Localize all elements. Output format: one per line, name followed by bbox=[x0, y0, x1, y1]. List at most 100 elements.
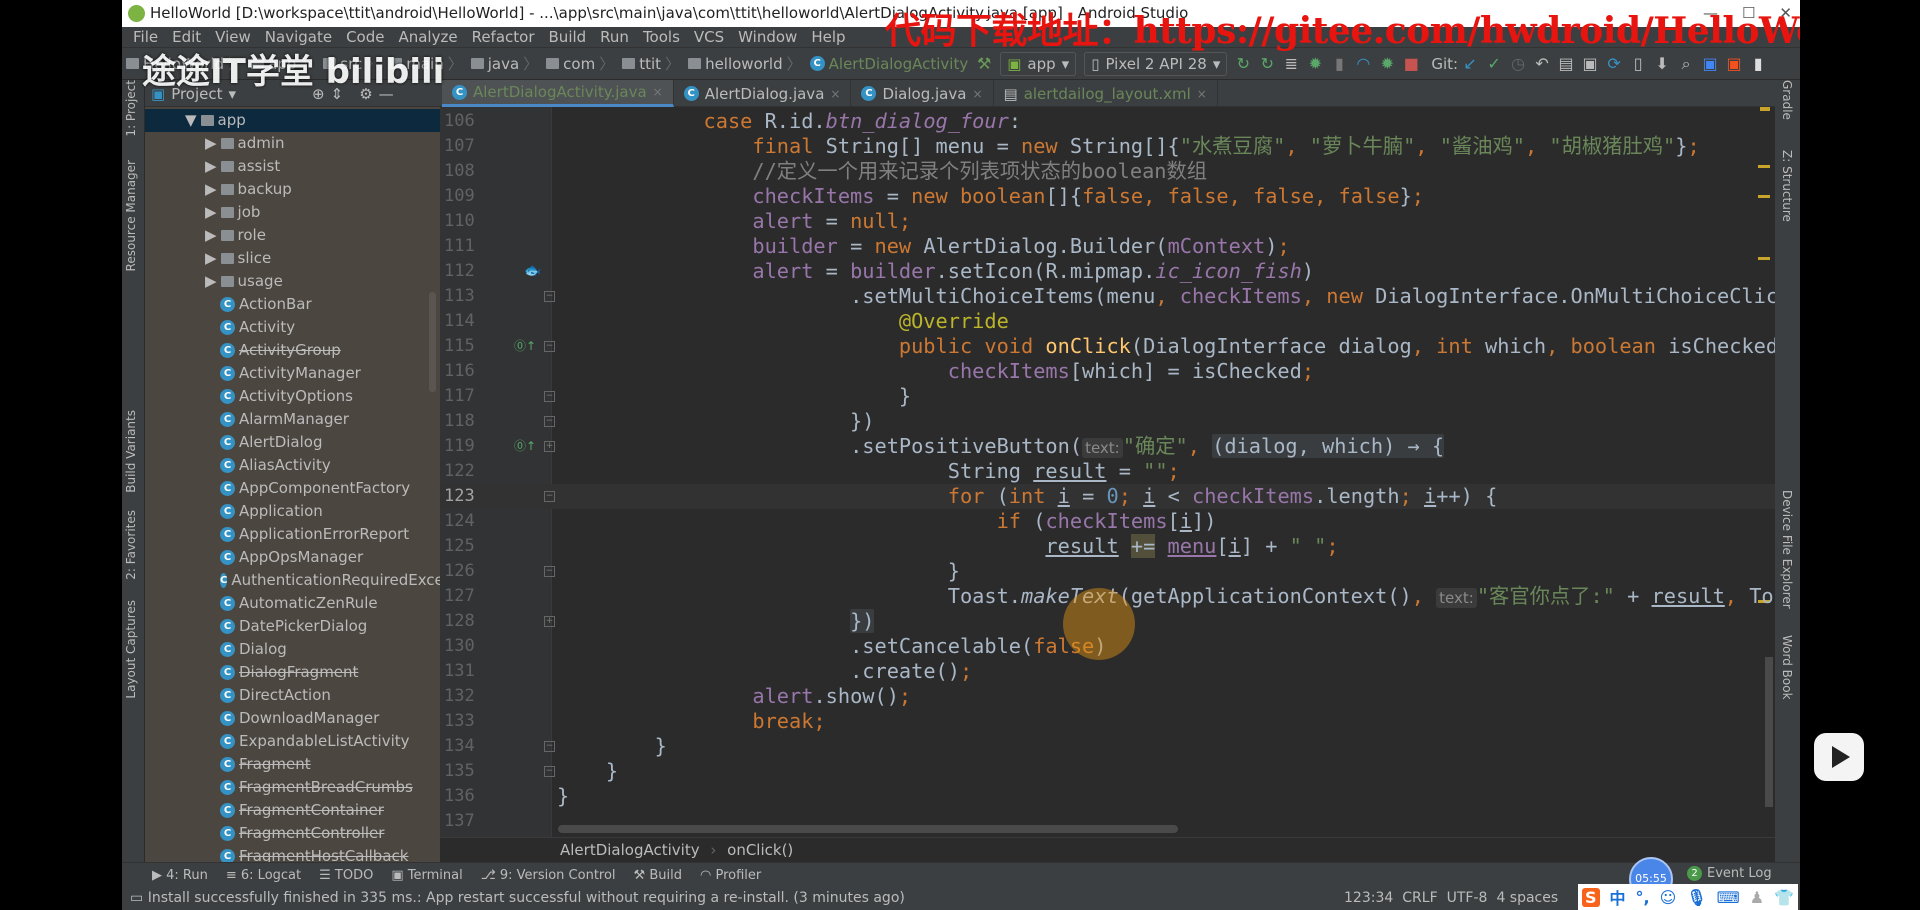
code-text[interactable]: builder = new AlertDialog.Builder(mConte… bbox=[557, 234, 1289, 259]
fold-marker-icon[interactable]: − bbox=[544, 491, 555, 502]
status-message[interactable]: Install successfully finished in 335 ms.… bbox=[148, 890, 905, 906]
breadcrumb-method[interactable]: onClick() bbox=[727, 841, 793, 859]
code-text[interactable]: .create(); bbox=[557, 659, 972, 684]
git-history-icon[interactable]: ◷ bbox=[1506, 54, 1530, 73]
tool-window-todo[interactable]: ☰ TODO bbox=[319, 868, 373, 883]
ime-punctuation[interactable]: °, bbox=[1636, 888, 1650, 907]
fold-marker-icon[interactable]: − bbox=[544, 291, 555, 302]
code-text[interactable]: } bbox=[557, 734, 667, 759]
tool-window-9-version-control[interactable]: ⎇ 9: Version Control bbox=[481, 868, 616, 883]
tree-class-item[interactable]: C AlertDialog bbox=[145, 431, 440, 454]
code-text[interactable]: .setMultiChoiceItems(menu, checkItems, n… bbox=[557, 284, 1775, 309]
tree-folder-item[interactable]: ▶ job bbox=[145, 201, 440, 224]
tree-folder-item[interactable]: ▶ slice bbox=[145, 247, 440, 270]
git-commit-icon[interactable]: ✓ bbox=[1482, 54, 1506, 73]
collapsed-arrow-icon[interactable]: ▶ bbox=[205, 132, 217, 155]
override-icon[interactable]: ⓪↑ bbox=[514, 334, 536, 359]
emoji-icon[interactable]: ☺ bbox=[1660, 888, 1677, 907]
tool-window-build[interactable]: ⚒ Build bbox=[634, 868, 682, 883]
tree-class-item[interactable]: C ExpandableListActivity bbox=[145, 730, 440, 753]
tree-class-item[interactable]: C AlarmManager bbox=[145, 408, 440, 431]
avd-manager-icon[interactable]: ▯ bbox=[1626, 54, 1650, 73]
code-text[interactable]: checkItems = new boolean[]{false, false,… bbox=[557, 184, 1424, 209]
keyboard-icon[interactable]: ⌨ bbox=[1717, 888, 1740, 907]
tree-class-item[interactable]: C FragmentController bbox=[145, 822, 440, 845]
tree-class-item[interactable]: C DownloadManager bbox=[145, 707, 440, 730]
menu-item-window[interactable]: Window bbox=[731, 27, 804, 47]
sogou-logo[interactable]: S bbox=[1582, 887, 1600, 907]
collapsed-arrow-icon[interactable]: ▶ bbox=[205, 155, 217, 178]
code-text[interactable]: } bbox=[557, 559, 960, 584]
tree-folder-item[interactable]: ▼ app bbox=[145, 109, 440, 132]
fold-marker-icon[interactable]: − bbox=[544, 391, 555, 402]
indent-setting[interactable]: 4 spaces bbox=[1496, 887, 1558, 910]
tree-folder-item[interactable]: ▶ admin bbox=[145, 132, 440, 155]
tree-folder-item[interactable]: ▶ assist bbox=[145, 155, 440, 178]
tree-class-item[interactable]: C ApplicationErrorReport bbox=[145, 523, 440, 546]
code-text[interactable]: //定义一个用来记录个列表项状态的boolean数组 bbox=[557, 159, 1207, 184]
tree-class-item[interactable]: C ActionBar bbox=[145, 293, 440, 316]
device-select[interactable]: ▯ Pixel 2 API 28 ▾ bbox=[1084, 51, 1228, 76]
code-text[interactable]: result += menu[i] + " "; bbox=[557, 534, 1339, 559]
apply-changes-icon[interactable]: ↻ bbox=[1231, 54, 1255, 73]
ime-language[interactable]: 中 bbox=[1610, 885, 1626, 909]
nav-crumb[interactable]: com 〉 bbox=[542, 53, 618, 74]
code-text[interactable]: alert = null; bbox=[557, 209, 911, 234]
tree-folder-item[interactable]: ▶ role bbox=[145, 224, 440, 247]
code-text[interactable]: Toast.makeText(getApplicationContext(), … bbox=[557, 584, 1775, 611]
search-icon[interactable]: ⌕ bbox=[1674, 54, 1698, 74]
tree-class-item[interactable]: C AppComponentFactory bbox=[145, 477, 440, 500]
tree-class-item[interactable]: C ActivityGroup bbox=[145, 339, 440, 362]
git-update-icon[interactable]: ↙ bbox=[1458, 54, 1482, 73]
tree-class-item[interactable]: C FragmentHostCallback bbox=[145, 845, 440, 862]
translate-icon[interactable]: ▣ bbox=[1698, 54, 1722, 73]
collapsed-arrow-icon[interactable]: ▶ bbox=[205, 224, 217, 247]
menu-item-refactor[interactable]: Refactor bbox=[465, 27, 542, 47]
event-log-button[interactable]: 2 Event Log bbox=[1687, 866, 1772, 881]
collapsed-arrow-icon[interactable]: ▶ bbox=[205, 270, 217, 293]
code-text[interactable]: if (checkItems[i]) bbox=[557, 509, 1217, 534]
tool-window-resource-manager[interactable]: Resource Manager bbox=[124, 160, 138, 271]
fold-marker-icon[interactable]: − bbox=[544, 416, 555, 427]
sdk-manager-icon[interactable]: ▣ bbox=[1578, 54, 1602, 73]
tree-class-item[interactable]: C FragmentContainer bbox=[145, 799, 440, 822]
tool-window-word-book[interactable]: Word Book bbox=[1780, 635, 1794, 700]
tree-class-item[interactable]: C AliasActivity bbox=[145, 454, 440, 477]
skin-icon[interactable]: 👕 bbox=[1774, 888, 1794, 907]
apply-code-changes-icon[interactable]: ↻ bbox=[1255, 54, 1279, 73]
tool-window-device-file-explorer[interactable]: Device File Explorer bbox=[1780, 490, 1794, 609]
video-play-button[interactable] bbox=[1814, 733, 1864, 781]
tree-class-item[interactable]: C Application bbox=[145, 500, 440, 523]
tool-window-4-run[interactable]: ▶ 4: Run bbox=[152, 868, 208, 883]
fold-marker-icon[interactable]: − bbox=[544, 741, 555, 752]
tool-window-profiler[interactable]: ◠ Profiler bbox=[700, 868, 761, 883]
code-text[interactable]: .setPositiveButton(text: "确定", (dialog, w… bbox=[557, 434, 1445, 461]
unfold-marker-icon[interactable]: + bbox=[544, 616, 555, 627]
unfold-marker-icon[interactable]: + bbox=[544, 441, 555, 452]
code-editor[interactable]: 106 case R.id.btn_dialog_four: 107 final … bbox=[440, 107, 1775, 837]
code-text[interactable]: alert.show(); bbox=[557, 684, 911, 709]
run-config-select[interactable]: ▣ app ▾ bbox=[1000, 51, 1077, 76]
close-tab-icon[interactable]: × bbox=[1197, 87, 1207, 101]
code-text[interactable]: case R.id.btn_dialog_four: bbox=[557, 109, 1022, 134]
menu-item-build[interactable]: Build bbox=[542, 27, 594, 47]
tool-window-layout-captures[interactable]: Layout Captures bbox=[124, 600, 138, 699]
tree-class-item[interactable]: C Activity bbox=[145, 316, 440, 339]
code-text[interactable]: }) bbox=[557, 409, 874, 434]
nav-crumb[interactable]: C AlertDialogActivity bbox=[806, 53, 973, 74]
debug-icon[interactable]: ✹ bbox=[1303, 54, 1327, 73]
run-icon[interactable]: ≣ bbox=[1279, 54, 1303, 73]
code-text[interactable]: }) bbox=[557, 609, 875, 634]
override-icon[interactable]: ⓪↑ bbox=[514, 434, 536, 459]
tree-class-item[interactable]: C AutomaticZenRule bbox=[145, 592, 440, 615]
expanded-arrow-icon[interactable]: ▼ bbox=[185, 109, 197, 132]
code-text[interactable]: final String[] menu = new String[]{"水煮豆腐… bbox=[557, 134, 1699, 159]
tool-window-z-structure[interactable]: Z: Structure bbox=[1780, 150, 1794, 222]
tool-window-6-logcat[interactable]: ≡ 6: Logcat bbox=[226, 868, 301, 883]
close-tab-icon[interactable]: × bbox=[972, 87, 982, 101]
tab-alertdailog_layout-xml[interactable]: ▤ alertdailog_layout.xml × bbox=[994, 80, 1218, 107]
user-icon[interactable]: ♟ bbox=[1750, 888, 1764, 907]
nav-crumb[interactable]: ttit 〉 bbox=[618, 53, 684, 74]
attach-debugger-icon[interactable]: ◠ bbox=[1351, 54, 1375, 73]
collapsed-arrow-icon[interactable]: ▶ bbox=[205, 201, 217, 224]
